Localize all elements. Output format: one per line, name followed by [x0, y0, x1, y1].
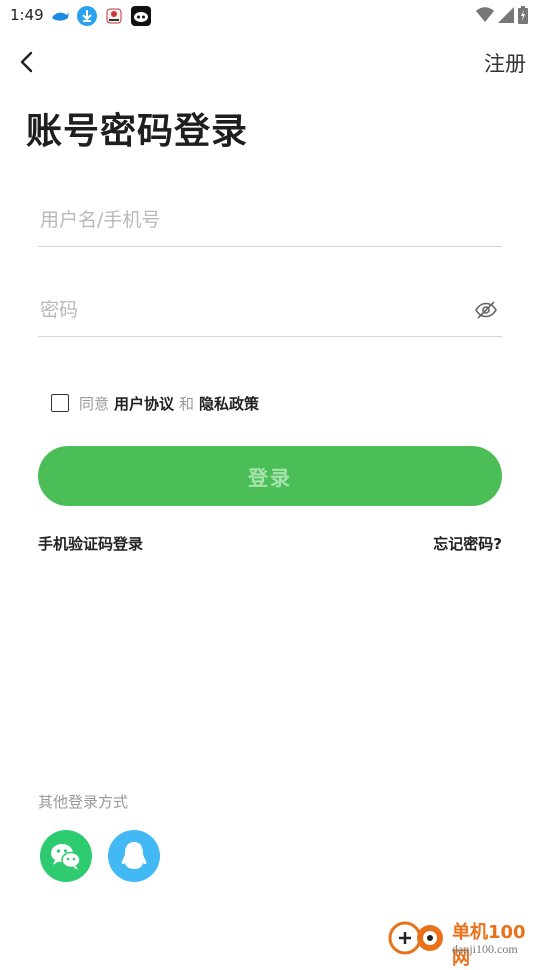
- wechat-icon: [51, 844, 81, 870]
- back-button[interactable]: [12, 46, 44, 78]
- battery-icon: [518, 6, 528, 28]
- password-input[interactable]: [38, 284, 462, 336]
- login-button[interactable]: 登录: [38, 446, 502, 506]
- qq-icon: [121, 842, 147, 869]
- site-logo-icon: [388, 921, 443, 955]
- agreement-prefix: 同意: [79, 394, 110, 413]
- watermark-url: danji100.com: [452, 942, 518, 956]
- username-field: [38, 194, 502, 247]
- agreement-checkbox[interactable]: [51, 394, 69, 412]
- other-login-label: 其他登录方式: [38, 793, 129, 811]
- password-visibility-toggle[interactable]: [474, 298, 498, 322]
- whale-app-icon: [50, 6, 70, 26]
- forgot-password-link[interactable]: 忘记密码?: [433, 533, 502, 554]
- wechat-login-button[interactable]: [40, 830, 92, 882]
- top-bar: 注册: [0, 38, 540, 88]
- download-icon: [77, 6, 97, 26]
- signal-icon: [498, 7, 514, 27]
- register-link[interactable]: 注册: [484, 48, 526, 78]
- status-indicators: [476, 6, 528, 28]
- status-time: 1:49: [10, 6, 44, 24]
- game-app-icon: [104, 6, 124, 26]
- privacy-policy-link[interactable]: 隐私政策: [199, 393, 259, 414]
- agreement-and: 和: [179, 394, 195, 413]
- chevron-left-icon: [20, 51, 33, 73]
- watermark: 单机100网 danji100.com: [386, 912, 536, 969]
- page-title: 账号密码登录: [26, 111, 249, 152]
- eye-off-icon: [475, 301, 497, 319]
- status-bar: 1:49: [0, 0, 540, 32]
- agreement-row: 同意 用户协议 和 隐私政策: [51, 392, 264, 414]
- username-input[interactable]: [38, 194, 462, 246]
- robot-app-icon: [131, 6, 151, 26]
- sms-login-link[interactable]: 手机验证码登录: [38, 533, 143, 554]
- password-field: [38, 284, 502, 337]
- wifi-icon: [476, 7, 494, 27]
- user-agreement-link[interactable]: 用户协议: [114, 393, 174, 414]
- qq-login-button[interactable]: [108, 830, 160, 882]
